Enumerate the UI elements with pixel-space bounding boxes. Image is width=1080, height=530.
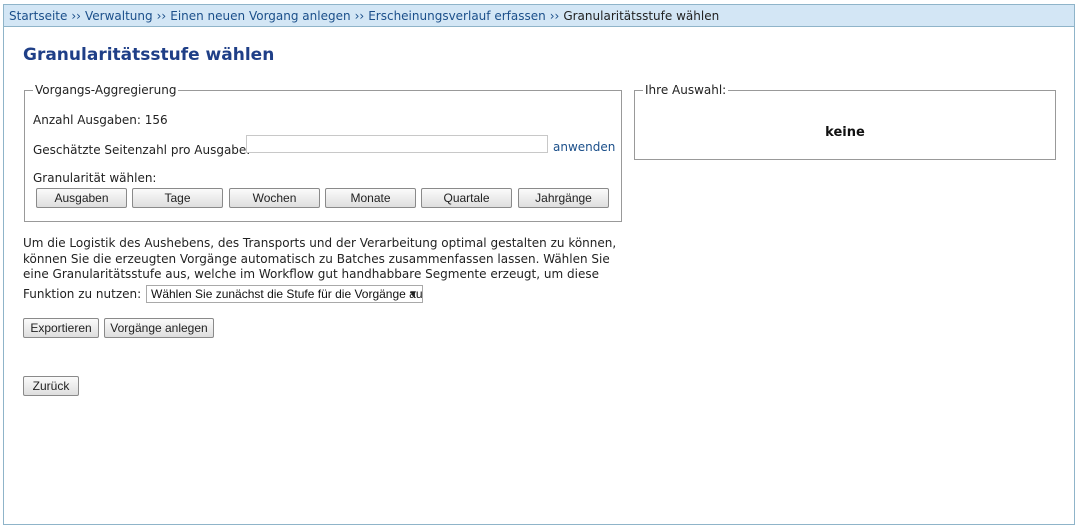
aggregation-legend: Vorgangs-Aggregierung [35, 83, 177, 97]
issues-count-label: Anzahl Ausgaben: 156 [33, 113, 168, 127]
breadcrumb-current: Granularitätsstufe wählen [563, 9, 720, 23]
pages-label: Geschätzte Seitenzahl pro Ausgabe: [33, 143, 251, 157]
main-frame: Startseite ›› Verwaltung ›› Einen neuen Vorg… [3, 4, 1075, 525]
description-line: können Sie die erzeugten Vorgänge automa… [23, 251, 610, 266]
breadcrumb-separator: ›› [549, 9, 560, 23]
breadcrumb-separator: ›› [354, 9, 365, 23]
breadcrumb: Startseite ›› Verwaltung ›› Einen neuen Vorg… [4, 5, 1074, 27]
description-text: Um die Logistik des Aushebens, des Trans… [23, 236, 623, 283]
description-line: eine Granularitätsstufe aus, welche im W… [23, 267, 599, 281]
breadcrumb-verwaltung[interactable]: Verwaltung [85, 9, 153, 23]
breadcrumb-startseite[interactable]: Startseite [9, 9, 67, 23]
apply-link[interactable]: anwenden [553, 140, 615, 154]
function-label: Funktion zu nutzen: [23, 287, 142, 301]
batch-level-select[interactable]: Wählen Sie zunächst die Stufe für die Vo… [146, 285, 423, 303]
export-button[interactable]: Exportieren [23, 318, 99, 338]
create-processes-button[interactable]: Vorgänge anlegen [104, 318, 214, 338]
granularity-label: Granularität wählen: [33, 171, 157, 185]
breadcrumb-separator: ›› [156, 9, 167, 23]
breadcrumb-neuer-vorgang[interactable]: Einen neuen Vorgang anlegen [170, 9, 350, 23]
pages-per-issue-input[interactable] [246, 135, 548, 153]
granularity-ausgaben-button[interactable]: Ausgaben [36, 188, 127, 208]
breadcrumb-erscheinungsverlauf[interactable]: Erscheinungsverlauf erfassen [368, 9, 546, 23]
batch-level-select-value: Wählen Sie zunächst die Stufe für die Vo… [151, 287, 423, 301]
aggregation-fieldset: Vorgangs-Aggregierung Anzahl Ausgaben: 1… [24, 83, 622, 222]
granularity-quartale-button[interactable]: Quartale [421, 188, 512, 208]
back-button[interactable]: Zurück [23, 376, 79, 396]
dropdown-arrow-icon: ▼ [408, 289, 418, 300]
granularity-jahrgaenge-button[interactable]: Jahrgänge [518, 188, 609, 208]
selection-value: keine [825, 125, 865, 140]
page-title: Granularitätsstufe wählen [23, 45, 275, 65]
selection-legend: Ihre Auswahl: [645, 83, 727, 97]
granularity-monate-button[interactable]: Monate [325, 188, 416, 208]
selection-fieldset: Ihre Auswahl: keine [634, 83, 1056, 160]
breadcrumb-separator: ›› [71, 9, 81, 23]
granularity-wochen-button[interactable]: Wochen [229, 188, 320, 208]
description-line: Um die Logistik des Aushebens, des Trans… [23, 236, 617, 250]
granularity-tage-button[interactable]: Tage [132, 188, 223, 208]
